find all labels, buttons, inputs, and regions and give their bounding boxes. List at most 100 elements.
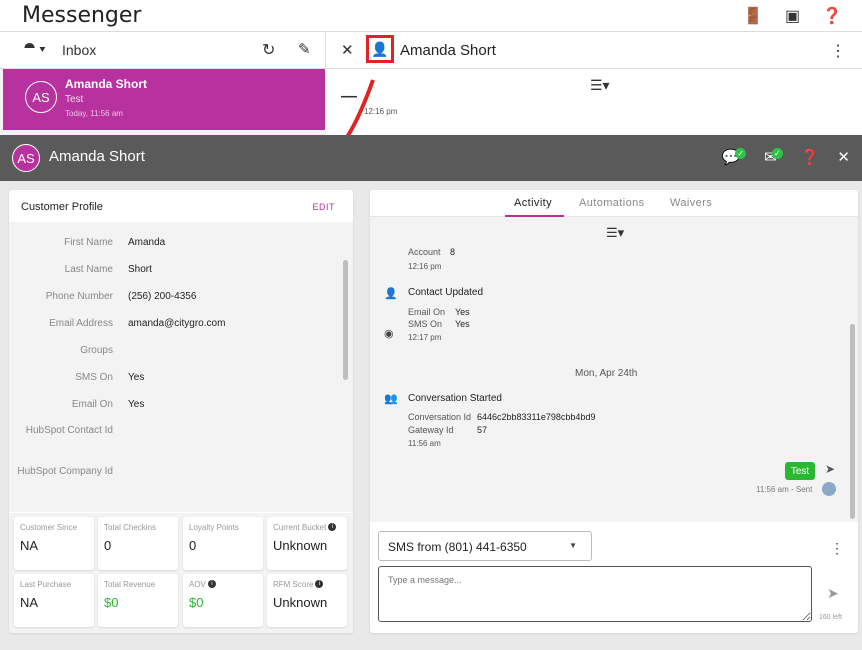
email-status-icon[interactable]: ✉✓	[764, 148, 783, 166]
chat-timestamp: 12:16 pm	[364, 107, 398, 116]
stat-value: 0	[104, 538, 112, 553]
stat-value: $0	[189, 595, 204, 610]
stat-card: Total Revenue $0	[98, 574, 178, 627]
filter-icon[interactable]: ☰▾	[606, 225, 624, 241]
field-value: Yes	[128, 399, 145, 410]
box-icon[interactable]: ▣	[785, 6, 800, 26]
sms-from-label: SMS from (801) 441-6350	[388, 540, 527, 554]
date-divider: Mon, Apr 24th	[575, 368, 638, 379]
conversation-header-name: Amanda Short	[400, 42, 496, 59]
field-value: Amanda	[128, 237, 166, 248]
email-on-label: Email On	[408, 307, 446, 317]
stat-card: AOV i $0	[183, 574, 263, 627]
inbox-bar: ⯊ ▾ Inbox ↻ ✎ ✕ Amanda Short ⋮	[0, 32, 862, 69]
stat-label: Loyalty Points	[189, 523, 239, 532]
activity-card: Activity Automations Waivers ☰▾ Account …	[370, 190, 858, 633]
account-value: 8	[450, 247, 456, 257]
activity-feed: ☰▾ Account 8 12:16 pm 👤 Contact Updated …	[370, 217, 858, 522]
field-label: Last Name	[64, 264, 113, 275]
chevron-down-icon: ▼	[569, 541, 577, 550]
field-value: Yes	[128, 372, 145, 383]
contact-time: 12:17 pm	[408, 333, 442, 342]
field-label: HubSpot Company Id	[17, 466, 113, 477]
door-icon[interactable]: 🚪	[743, 6, 763, 26]
field-label: HubSpot Contact Id	[25, 425, 113, 436]
message-input[interactable]	[378, 566, 812, 622]
kebab-menu-icon[interactable]: ⋮	[830, 540, 844, 557]
sms-on-label: SMS On	[408, 319, 443, 329]
sms-status-icon[interactable]: 💬✓	[721, 148, 747, 166]
stat-label: Last Purchase	[20, 580, 72, 589]
field-value: Short	[128, 264, 152, 275]
help-icon[interactable]: ❓	[822, 6, 842, 26]
stat-card: Last Purchase NA	[14, 574, 94, 627]
avatar: AS	[25, 81, 57, 113]
close-icon[interactable]: ✕	[341, 41, 354, 59]
stat-value: Unknown	[273, 538, 328, 553]
send-icon[interactable]: ➤	[827, 585, 839, 602]
edit-button[interactable]: EDIT	[312, 202, 335, 212]
conversation-list-item[interactable]: AS Amanda Short Test Today, 11:56 am	[3, 69, 325, 130]
stat-card: Current Bucket i Unknown	[267, 517, 347, 570]
conversation-name: Amanda Short	[65, 77, 148, 91]
stat-value: Unknown	[273, 595, 328, 610]
info-icon[interactable]: i	[328, 523, 337, 531]
field-label: Email Address	[49, 318, 113, 329]
field-label: Groups	[80, 345, 113, 356]
field-label: SMS On	[75, 372, 113, 383]
app-title: Messenger	[22, 3, 142, 28]
refresh-icon[interactable]: ↻	[262, 40, 275, 60]
help-icon[interactable]: ❓	[801, 148, 820, 166]
sms-from-select[interactable]: SMS from (801) 441-6350 ▼	[378, 531, 592, 561]
topbar-icons: 🚪 ▣ ❓	[743, 6, 842, 26]
stat-label: RFM Score	[273, 580, 314, 589]
stat-card: RFM Score i Unknown	[267, 574, 347, 627]
modal-contact-name: Amanda Short	[49, 148, 145, 165]
app-topbar: Messenger 🚪 ▣ ❓	[0, 0, 862, 32]
compose-icon[interactable]: ✎	[298, 40, 311, 58]
stat-value: NA	[20, 538, 39, 553]
stat-card: Total Checkins 0	[98, 517, 178, 570]
stat-value: 0	[189, 538, 197, 553]
tab-automations[interactable]: Automations	[579, 197, 645, 209]
system-icon: ◉	[384, 328, 394, 340]
avatar	[822, 482, 836, 496]
dash-icon: —	[341, 88, 357, 105]
account-time: 12:16 pm	[408, 262, 442, 271]
gateway-label: Gateway Id	[408, 425, 454, 435]
scrollbar[interactable]	[850, 324, 855, 519]
stat-card: Customer Since NA	[14, 517, 94, 570]
stat-label: Current Bucket	[273, 523, 327, 532]
user-edit-icon: 👤	[384, 288, 398, 300]
field-label: Email On	[71, 399, 113, 410]
contact-profile-button[interactable]: 👤	[366, 35, 394, 63]
check-icon: ✓	[771, 148, 783, 159]
avatar: AS	[12, 144, 40, 172]
inbox-tray-icon[interactable]: ⯊ ▾	[24, 40, 46, 57]
filter-icon[interactable]: ☰▾	[590, 77, 610, 94]
close-icon[interactable]: ✕	[837, 148, 850, 166]
inbox-label[interactable]: Inbox	[62, 42, 96, 58]
check-icon: ✓	[735, 148, 747, 159]
tab-waivers[interactable]: Waivers	[670, 197, 712, 209]
scrollbar[interactable]	[343, 260, 348, 380]
info-icon[interactable]: i	[315, 580, 324, 588]
field-value: amanda@citygro.com	[128, 318, 226, 329]
tab-activity[interactable]: Activity	[514, 197, 552, 209]
profile-title: Customer Profile	[21, 201, 103, 213]
account-label: Account	[408, 247, 441, 257]
conversation-time: Today, 11:56 am	[65, 109, 123, 118]
stat-value: NA	[20, 595, 39, 610]
field-label: First Name	[64, 237, 113, 248]
conversation-preview: Test	[65, 94, 84, 105]
kebab-menu-icon[interactable]: ⋮	[830, 41, 846, 61]
field-label: Phone Number	[45, 291, 113, 302]
modal-header-icons: 💬✓ ✉✓ ❓ ✕	[721, 148, 850, 166]
inbox-header: ⯊ ▾ Inbox ↻ ✎	[0, 32, 326, 69]
person-icon: 👤	[371, 40, 389, 57]
info-icon[interactable]: i	[207, 580, 216, 588]
character-count: 160 left	[819, 614, 842, 621]
stat-value: $0	[104, 595, 119, 610]
conversation-id-value: 6446c2bb83311e798cbb4bd9	[477, 412, 596, 422]
stat-label: Total Revenue	[104, 580, 156, 589]
